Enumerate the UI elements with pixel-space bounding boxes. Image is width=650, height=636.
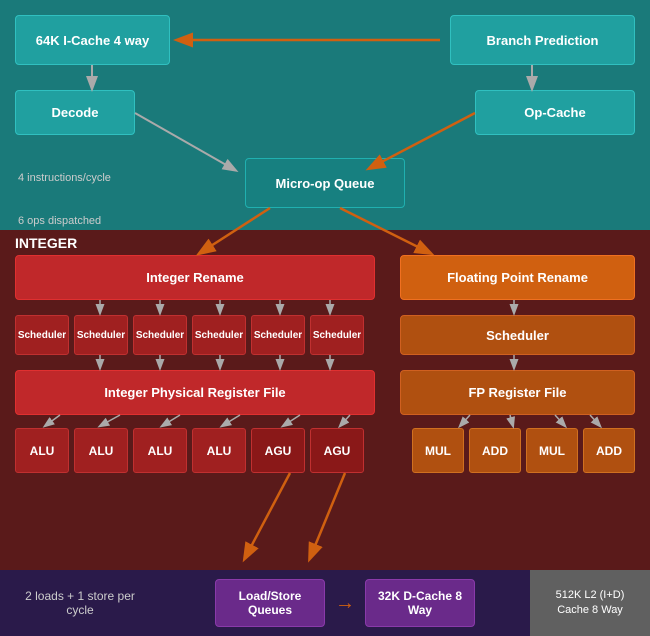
loads-stores-label: 2 loads + 1 store per cycle [10,589,150,617]
bottom-right: 512K L2 (I+D) Cache 8 Way [530,570,650,636]
fp-sched-box: Scheduler [400,315,635,355]
bottom-left: 2 loads + 1 store per cycle [0,570,160,636]
int-rename-box: Integer Rename [15,255,375,300]
label-6ops: 6 ops dispatched [18,215,101,227]
agu-1: AGU [251,428,305,473]
icache-box: 64K I-Cache 4 way [15,15,170,65]
l2-cache-label: 512K L2 (I+D) Cache 8 Way [540,588,640,619]
alu-row: ALU ALU ALU ALU AGU AGU [15,428,364,473]
fp-reg-box: FP Register File [400,370,635,415]
loadstore-box: Load/Store Queues [215,579,325,627]
alu-4: ALU [192,428,246,473]
schedulers-row: Scheduler Scheduler Scheduler Scheduler … [15,315,364,355]
alu-3: ALU [133,428,187,473]
label-4inst: 4 instructions/cycle [18,172,111,184]
fp-add-2: ADD [583,428,635,473]
alu-1: ALU [15,428,69,473]
scheduler-1: Scheduler [15,315,69,355]
fp-add-1: ADD [469,428,521,473]
scheduler-5: Scheduler [251,315,305,355]
cpu-diagram: 64K I-Cache 4 way Branch Prediction Deco… [0,0,650,636]
fp-mul-2: MUL [526,428,578,473]
opcache-box: Op-Cache [475,90,635,135]
integer-label: INTEGER [15,235,77,251]
top-section: 64K I-Cache 4 way Branch Prediction Deco… [0,0,650,230]
fp-mul-1: MUL [412,428,464,473]
bottom-section: 2 loads + 1 store per cycle Load/Store Q… [0,570,650,636]
fp-exec-row: MUL ADD MUL ADD [412,428,635,473]
scheduler-2: Scheduler [74,315,128,355]
decode-box: Decode [15,90,135,135]
dcache-box: 32K D-Cache 8 Way [365,579,475,627]
scheduler-6: Scheduler [310,315,364,355]
alu-2: ALU [74,428,128,473]
microop-box: Micro-op Queue [245,158,405,208]
int-reg-box: Integer Physical Register File [15,370,375,415]
fp-rename-box: Floating Point Rename [400,255,635,300]
branch-box: Branch Prediction [450,15,635,65]
bottom-middle: Load/Store Queues → 32K D-Cache 8 Way [160,570,530,636]
agu-2: AGU [310,428,364,473]
arrow-icon: → [335,592,355,615]
scheduler-3: Scheduler [133,315,187,355]
scheduler-4: Scheduler [192,315,246,355]
